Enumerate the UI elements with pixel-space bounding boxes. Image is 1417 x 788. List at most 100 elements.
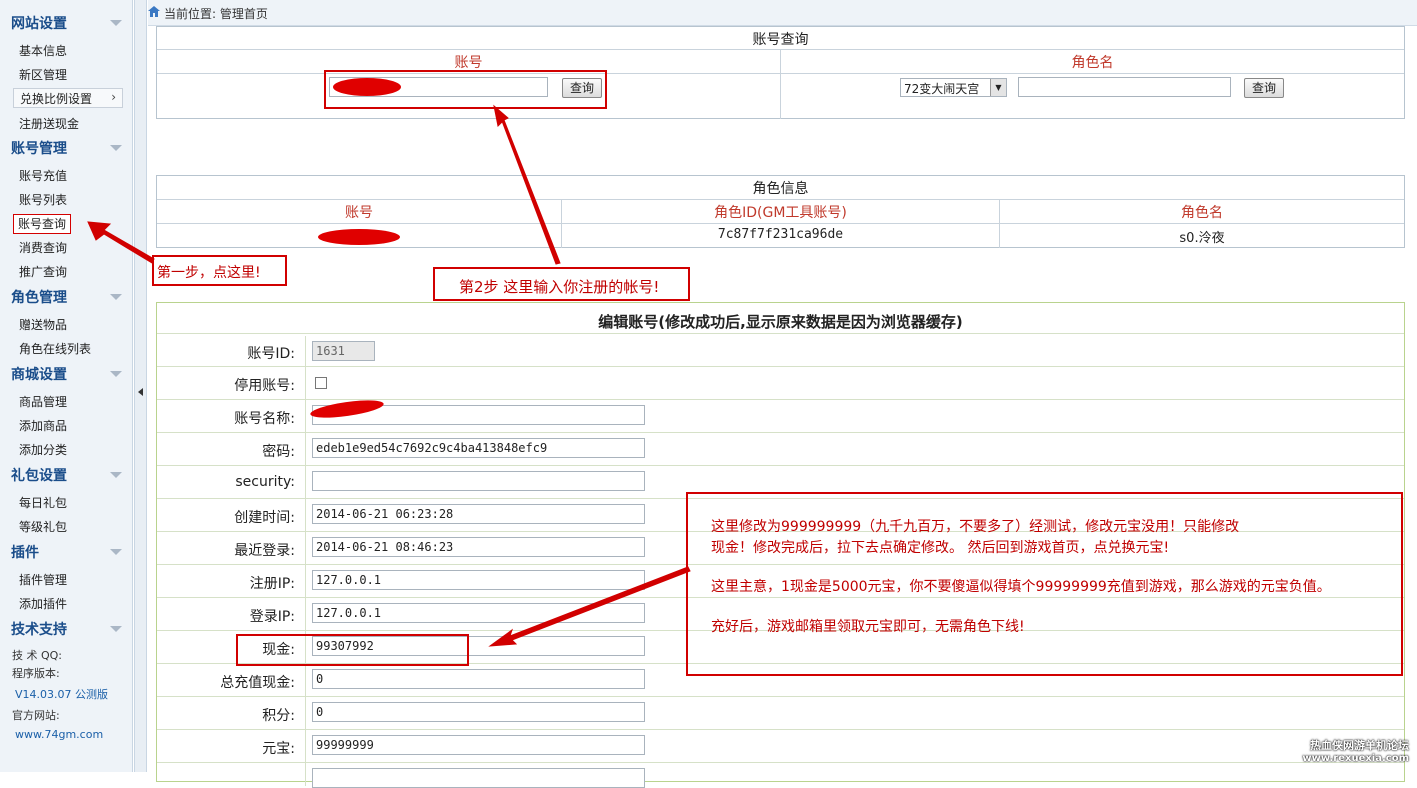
section-title: 商城设置 (11, 367, 67, 383)
site-label: 官方网站: (12, 709, 60, 722)
section-title: 技术支持 (11, 622, 67, 638)
sidebar-item-register-cash[interactable]: 注册送现金 (19, 116, 79, 132)
sidebar-item-daily-gift[interactable]: 每日礼包 (19, 495, 67, 511)
section-title: 角色管理 (11, 290, 67, 306)
disable-account-checkbox[interactable] (315, 377, 327, 389)
sidebar-item-product-management[interactable]: 商品管理 (19, 394, 67, 410)
annotation-note-line3: 这里主意，1现金是5000元宝，你不要傻逼似得填个99999999充值到游戏，那… (711, 579, 1331, 595)
section-title: 礼包设置 (11, 468, 67, 484)
sidebar-item-label: 兑换比例设置 (20, 92, 93, 106)
sidebar-item-gift-items[interactable]: 赠送物品 (19, 317, 67, 333)
server-select[interactable]: 72变大闹天宫 ▼ (900, 78, 1007, 97)
sidebar-item-exchange-ratio[interactable]: 兑换比例设置 › (13, 88, 123, 108)
sidebar-item-online-roles[interactable]: 角色在线列表 (19, 341, 91, 357)
cell-role-name: s0.泠夜 (1179, 231, 1225, 246)
next-field[interactable] (312, 768, 645, 788)
last-login-field[interactable]: 2014-06-21 08:46:23 (312, 537, 645, 557)
section-plugins[interactable]: 插件 (0, 540, 133, 562)
annotation-note-box: 这里修改为999999999（九千九百万，不要多了）经测试，修改元宝没用！只能修… (686, 492, 1403, 676)
annotation-step2-box: 第2步 这里输入你注册的帐号! (433, 267, 690, 301)
sidebar-item-account-recharge[interactable]: 账号充值 (19, 168, 67, 184)
collapse-arrow-icon[interactable] (110, 20, 122, 26)
section-gift-settings[interactable]: 礼包设置 (0, 463, 133, 485)
edit-title: 编辑账号(修改成功后,显示原来数据是因为浏览器缓存) (598, 313, 963, 331)
sidebar-item-account-list[interactable]: 账号列表 (19, 192, 67, 208)
annotation-note-line1: 这里修改为999999999（九千九百万，不要多了）经测试，修改元宝没用！只能修… (711, 519, 1240, 535)
sidebar-toggle[interactable] (134, 0, 147, 772)
collapse-arrow-icon[interactable] (110, 145, 122, 151)
login-ip-field[interactable]: 127.0.0.1 (312, 603, 645, 623)
sidebar-item-plugin-management[interactable]: 插件管理 (19, 572, 67, 588)
section-mall-settings[interactable]: 商城设置 (0, 362, 133, 384)
label-security: security: (235, 474, 295, 490)
version-label: 程序版本: (12, 667, 60, 680)
label-account-name: 账号名称: (234, 411, 295, 427)
created-time-field[interactable]: 2014-06-21 06:23:28 (312, 504, 645, 524)
collapse-arrow-icon[interactable] (110, 294, 122, 300)
server-select-value: 72变大闹天宫 (904, 82, 980, 96)
watermark-line1: 热血侠网游单机论坛 (1310, 739, 1409, 752)
total-recharge-field[interactable]: 0 (312, 669, 645, 689)
col-header-account: 账号 (345, 205, 373, 221)
annotation-step1-box: 第一步，点这里! (152, 255, 287, 286)
watermark: 热血侠网游单机论坛 www.rexuexia.com (1297, 737, 1409, 764)
yuanbao-field[interactable]: 99999999 (312, 735, 645, 755)
sidebar-item-basic-info[interactable]: 基本信息 (19, 43, 67, 59)
site-link[interactable]: www.74gm.com (15, 728, 103, 741)
label-created-time: 创建时间: (234, 510, 295, 526)
panel-title: 角色信息 (752, 181, 809, 197)
annotation-step1-text: 第一步，点这里! (157, 265, 261, 281)
col-header-role-name: 角色名 (1181, 205, 1223, 221)
sidebar-item-add-product[interactable]: 添加商品 (19, 418, 67, 434)
annotation-step2-text: 第2步 这里输入你注册的帐号! (459, 278, 660, 296)
redaction-scribble (318, 229, 400, 245)
label-register-ip: 注册IP: (249, 576, 295, 592)
annotation-highlight-account-input (324, 70, 607, 109)
label-total-recharge: 总充值现金: (220, 675, 295, 691)
label-account-id: 账号ID: (247, 346, 295, 362)
collapse-arrow-icon[interactable] (110, 549, 122, 555)
section-title: 插件 (11, 545, 39, 561)
section-title: 账号管理 (11, 141, 67, 157)
password-field[interactable]: edeb1e9ed54c7692c9c4ba413848efc9 (312, 438, 645, 458)
account-id-field: 1631 (312, 341, 375, 361)
section-title: 网站设置 (11, 16, 67, 32)
role-name-input[interactable] (1018, 77, 1231, 97)
sidebar-item-consume-query[interactable]: 消费查询 (19, 240, 67, 256)
section-account-management[interactable]: 账号管理 (0, 136, 133, 158)
collapse-arrow-icon[interactable] (110, 626, 122, 632)
annotation-cash-box (236, 634, 469, 666)
sidebar-item-level-gift[interactable]: 等级礼包 (19, 519, 67, 535)
cell-role-id: 7c87f7f231ca96de (717, 227, 844, 242)
sidebar-item-promo-query[interactable]: 推广查询 (19, 264, 67, 280)
col-account-header: 账号 (454, 55, 483, 71)
security-field[interactable] (312, 471, 645, 491)
section-role-management[interactable]: 角色管理 (0, 285, 133, 307)
sidebar-item-add-category[interactable]: 添加分类 (19, 442, 67, 458)
breadcrumb-bar: 当前位置: 管理首页 (148, 0, 1417, 26)
chevron-down-icon: ▼ (990, 79, 1006, 96)
chevron-right-icon: › (111, 90, 116, 104)
version-value: V14.03.07 公测版 (15, 688, 109, 701)
label-points: 积分: (262, 708, 295, 724)
label-last-login: 最近登录: (234, 543, 295, 559)
section-website-settings[interactable]: 网站设置 (0, 11, 133, 33)
tech-qq-label: 技 术 QQ: (12, 649, 63, 662)
label-password: 密码: (262, 444, 295, 460)
collapse-arrow-icon[interactable] (110, 371, 122, 377)
collapse-left-icon (138, 388, 143, 396)
section-tech-support[interactable]: 技术支持 (0, 617, 133, 639)
annotation-note-line4: 充好后，游戏邮箱里领取元宝即可，无需角色下线! (711, 619, 1025, 635)
role-query-button[interactable]: 查询 (1244, 78, 1284, 98)
home-icon (148, 6, 160, 17)
breadcrumb: 当前位置: 管理首页 (164, 7, 268, 21)
sidebar-item-add-plugin[interactable]: 添加插件 (19, 596, 67, 612)
sidebar-item-new-server[interactable]: 新区管理 (19, 67, 67, 83)
label-login-ip: 登录IP: (249, 609, 295, 625)
register-ip-field[interactable]: 127.0.0.1 (312, 570, 645, 590)
sidebar-item-account-query[interactable]: 账号查询 (13, 214, 72, 234)
collapse-arrow-icon[interactable] (110, 472, 122, 478)
panel-title: 账号查询 (752, 32, 809, 48)
label-disable-account: 停用账号: (234, 378, 295, 394)
points-field[interactable]: 0 (312, 702, 645, 722)
